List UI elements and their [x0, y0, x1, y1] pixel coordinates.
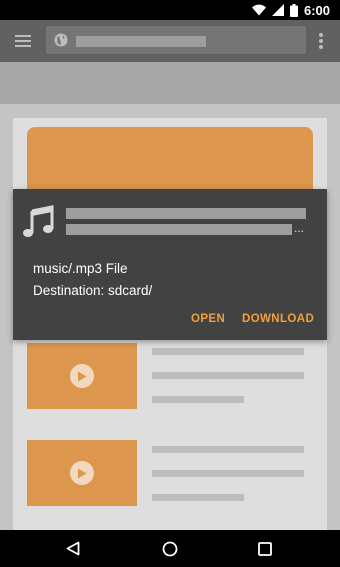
video-thumbnail[interactable]	[27, 440, 137, 506]
url-bar[interactable]	[46, 26, 306, 54]
download-button[interactable]: DOWNLOAD	[242, 313, 314, 325]
play-icon	[70, 461, 94, 485]
text-line-placeholder	[152, 446, 304, 453]
music-note-icon	[22, 205, 56, 239]
browser-toolbar	[0, 20, 340, 62]
file-name-label: music/.mp3 File	[33, 261, 128, 276]
text-line-placeholder	[152, 372, 304, 379]
recents-icon[interactable]	[258, 542, 272, 561]
open-button[interactable]: OPEN	[191, 313, 225, 325]
text-line-placeholder	[152, 396, 244, 403]
page-header-band	[0, 62, 340, 104]
signal-icon	[271, 4, 284, 16]
destination-label: Destination: sdcard/	[33, 283, 153, 298]
home-icon[interactable]	[162, 541, 178, 562]
download-prompt: ... music/.mp3 File Destination: sdcard/…	[13, 189, 327, 340]
back-icon[interactable]	[66, 541, 80, 561]
file-title-placeholder	[66, 224, 292, 235]
url-text-placeholder	[76, 36, 206, 47]
navigation-bar	[0, 530, 340, 567]
file-title-placeholder	[66, 208, 306, 219]
title-ellipsis: ...	[294, 221, 305, 235]
status-bar: 6:00	[0, 0, 340, 20]
status-icons: 6:00	[251, 2, 330, 18]
text-line-placeholder	[152, 470, 304, 477]
overflow-menu-icon[interactable]	[318, 32, 324, 50]
clock-time: 6:00	[303, 2, 330, 18]
wifi-icon	[251, 4, 266, 16]
play-icon	[70, 364, 94, 388]
video-thumbnail[interactable]	[27, 343, 137, 409]
globe-icon	[54, 33, 68, 47]
text-line-placeholder	[152, 348, 304, 355]
menu-icon[interactable]	[14, 32, 32, 50]
text-line-placeholder	[152, 494, 244, 501]
battery-icon	[289, 3, 298, 17]
